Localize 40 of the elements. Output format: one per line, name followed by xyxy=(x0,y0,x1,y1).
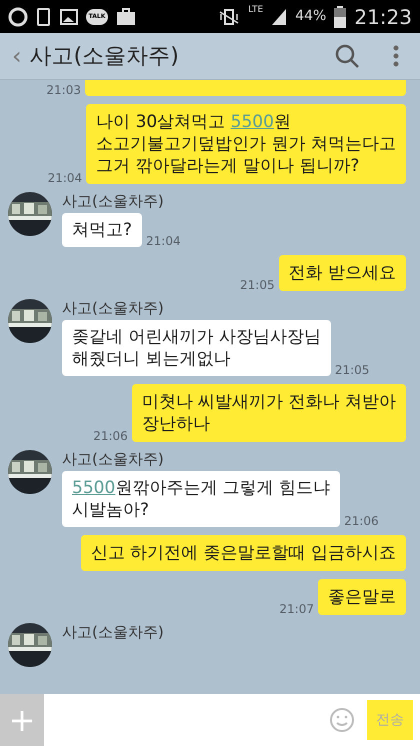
search-icon[interactable] xyxy=(334,43,360,69)
battery-icon xyxy=(334,6,346,28)
clock: 21:23 xyxy=(354,4,412,30)
sent-message-bubble: 나이 30살쳐먹고 5500원 소고기불고기덮밥인가 뭔가 쳐먹는다고 그거 깎아달라는게 말이나 됩니까? xyxy=(86,104,406,184)
message-time: 21:06 xyxy=(344,515,379,527)
sent-message-bubble: 전화 받으세요 xyxy=(278,255,406,291)
back-button[interactable]: ‹ xyxy=(8,38,26,74)
sender-name: 사고(소울차주) xyxy=(62,623,164,641)
more-icon[interactable] xyxy=(392,44,400,68)
sent-message-bubble: 미쳣나 씨발새끼가 전화나 쳐받아 장난하나 xyxy=(132,384,406,442)
avatar[interactable] xyxy=(8,623,52,667)
message-time: 21:07 xyxy=(279,603,314,615)
message-time: 21:04 xyxy=(146,235,181,247)
vibrate-icon xyxy=(218,8,240,26)
network-label: LTE xyxy=(248,6,264,15)
message-time: 21:04 xyxy=(48,172,82,184)
send-button[interactable]: 전송 xyxy=(367,700,413,740)
phone-icon xyxy=(36,6,52,26)
signal-icon xyxy=(271,8,288,26)
battery-percent: 44% xyxy=(295,7,326,26)
avatar[interactable] xyxy=(8,299,52,343)
received-message-bubble: 좆같네 어린새끼가 사장님사장님 해줬더니 뵈는게없나 xyxy=(62,320,331,376)
image-icon xyxy=(60,8,78,24)
sender-name: 사고(소울차주) xyxy=(62,192,165,210)
avatar[interactable] xyxy=(8,192,52,236)
message-time: 21:05 xyxy=(240,279,275,291)
sent-message-bubble: 좋은말로 xyxy=(318,579,406,615)
plus-button[interactable]: + xyxy=(0,694,44,746)
message-time: 21:03 xyxy=(46,84,81,96)
app-icon xyxy=(8,6,28,26)
message-time: 21:05 xyxy=(334,364,370,376)
message-time: 21:06 xyxy=(93,430,128,442)
sender-name: 사고(소울차주) xyxy=(62,299,165,317)
avatar[interactable] xyxy=(8,450,52,494)
briefcase-icon xyxy=(116,8,136,26)
received-message-bubble: 5500원깎아주는게 그렇게 힘드냐 시발놈아? xyxy=(62,471,340,527)
chat-title: 사고(소울차주) xyxy=(30,42,179,70)
sent-message-bubble: 신고 하기전에 좆은말로할때 입금하시죠 xyxy=(80,535,406,571)
received-message-bubble: 쳐먹고? xyxy=(62,213,142,247)
sender-name: 사고(소울차주) xyxy=(62,450,165,468)
